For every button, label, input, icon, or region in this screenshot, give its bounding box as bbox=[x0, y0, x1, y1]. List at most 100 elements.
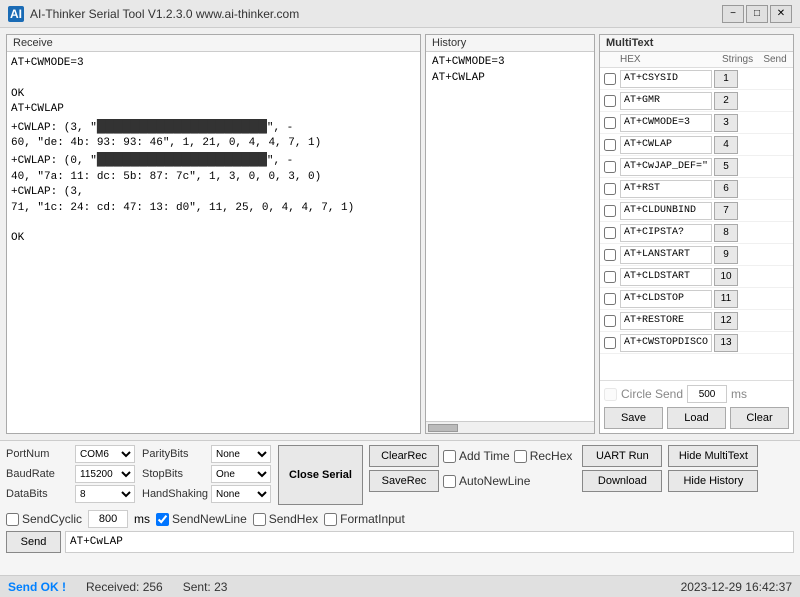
mt-input-4[interactable] bbox=[620, 136, 712, 154]
sendcyclic-checkbox[interactable] bbox=[6, 513, 19, 526]
addtime-checkbox[interactable] bbox=[443, 450, 456, 463]
close-button[interactable]: ✕ bbox=[770, 5, 792, 23]
close-serial-button[interactable]: Close Serial bbox=[278, 445, 363, 505]
mt-row: 3 bbox=[600, 112, 793, 134]
mt-hex-checkbox-7[interactable] bbox=[604, 205, 616, 217]
stopbits-select[interactable]: One bbox=[211, 465, 271, 483]
mt-input-10[interactable] bbox=[620, 268, 712, 286]
mt-row: 7 bbox=[600, 200, 793, 222]
hide-history-button[interactable]: Hide History bbox=[668, 470, 758, 492]
mt-send-btn-13[interactable]: 13 bbox=[714, 334, 738, 352]
mt-hex-checkbox-3[interactable] bbox=[604, 117, 616, 129]
autonewline-checkbox[interactable] bbox=[443, 475, 456, 488]
saverec-button[interactable]: SaveRec bbox=[369, 470, 439, 492]
send-input[interactable] bbox=[65, 531, 794, 553]
mt-input-12[interactable] bbox=[620, 312, 712, 330]
mt-row: 5 bbox=[600, 156, 793, 178]
sendnewline-checkbox[interactable] bbox=[156, 513, 169, 526]
hide-multitext-button[interactable]: Hide MultiText bbox=[668, 445, 758, 467]
mt-hex-checkbox-6[interactable] bbox=[604, 183, 616, 195]
mt-send-btn-5[interactable]: 5 bbox=[714, 158, 738, 176]
maximize-button[interactable]: □ bbox=[746, 5, 768, 23]
circle-send-unit: ms bbox=[731, 387, 747, 401]
mt-send-btn-12[interactable]: 12 bbox=[714, 312, 738, 330]
mt-hex-checkbox-11[interactable] bbox=[604, 293, 616, 305]
mt-row: 9 bbox=[600, 244, 793, 266]
formatinput-label: FormatInput bbox=[324, 512, 405, 526]
stopbits-row: StopBits One bbox=[142, 465, 272, 483]
history-scrollbar[interactable] bbox=[426, 421, 594, 433]
mt-input-5[interactable] bbox=[620, 158, 712, 176]
mt-hex-checkbox-9[interactable] bbox=[604, 249, 616, 261]
mt-input-13[interactable] bbox=[620, 334, 712, 352]
mt-send-btn-8[interactable]: 8 bbox=[714, 224, 738, 242]
baudrate-select[interactable]: 115200 bbox=[75, 465, 135, 483]
mt-send-btn-9[interactable]: 9 bbox=[714, 246, 738, 264]
sendhex-checkbox[interactable] bbox=[253, 513, 266, 526]
mt-hex-checkbox-12[interactable] bbox=[604, 315, 616, 327]
databits-select[interactable]: 8 bbox=[75, 485, 135, 503]
mt-send-btn-7[interactable]: 7 bbox=[714, 202, 738, 220]
clearrec-button[interactable]: ClearRec bbox=[369, 445, 439, 467]
multitext-rows: 1 2 3 4 5 bbox=[600, 68, 793, 380]
parity-select[interactable]: None bbox=[211, 445, 271, 463]
circle-send-checkbox[interactable] bbox=[604, 388, 617, 401]
send-button[interactable]: Send bbox=[6, 531, 61, 553]
mt-send-btn-2[interactable]: 2 bbox=[714, 92, 738, 110]
load-button[interactable]: Load bbox=[667, 407, 726, 429]
mt-send-btn-10[interactable]: 10 bbox=[714, 268, 738, 286]
mt-input-6[interactable] bbox=[620, 180, 712, 198]
clear-button[interactable]: Clear bbox=[730, 407, 789, 429]
autonewline-label: AutoNewLine bbox=[443, 470, 530, 492]
mt-input-7[interactable] bbox=[620, 202, 712, 220]
uart-run-button[interactable]: UART Run bbox=[582, 445, 662, 467]
rechex-checkbox[interactable] bbox=[514, 450, 527, 463]
portnum-select[interactable]: COM6 bbox=[75, 445, 135, 463]
mt-send-btn-1[interactable]: 1 bbox=[714, 70, 738, 88]
baudrate-label: BaudRate bbox=[6, 468, 71, 480]
mt-hex-checkbox-1[interactable] bbox=[604, 73, 616, 85]
clearrec-saverec-row: ClearRec Add Time RecHex bbox=[369, 445, 572, 467]
main-content: Receive AT+CWMODE=3 OK AT+CWLAP +CWLAP: … bbox=[0, 28, 800, 440]
mt-input-8[interactable] bbox=[620, 224, 712, 242]
mt-send-btn-4[interactable]: 4 bbox=[714, 136, 738, 154]
mt-input-2[interactable] bbox=[620, 92, 712, 110]
mt-hex-checkbox-8[interactable] bbox=[604, 227, 616, 239]
history-panel: History AT+CWMODE=3 AT+CWLAP bbox=[425, 34, 595, 434]
mt-input-11[interactable] bbox=[620, 290, 712, 308]
mt-row: 4 bbox=[600, 134, 793, 156]
mt-input-1[interactable] bbox=[620, 70, 712, 88]
minimize-button[interactable]: − bbox=[722, 5, 744, 23]
hide-buttons: Hide MultiText Hide History bbox=[668, 445, 758, 492]
mt-send-btn-6[interactable]: 6 bbox=[714, 180, 738, 198]
mt-input-3[interactable] bbox=[620, 114, 712, 132]
handshaking-select[interactable]: None bbox=[211, 485, 271, 503]
portnum-row: PortNum COM6 bbox=[6, 445, 136, 463]
list-item[interactable]: AT+CWMODE=3 bbox=[428, 54, 592, 70]
left-params2: ParityBits None StopBits One HandShaking… bbox=[142, 445, 272, 503]
circle-send-input[interactable] bbox=[687, 385, 727, 403]
multitext-col-headers: HEX Strings Send bbox=[600, 52, 793, 68]
mt-send-btn-3[interactable]: 3 bbox=[714, 114, 738, 132]
mt-row: 1 bbox=[600, 68, 793, 90]
sendnewline-label: SendNewLine bbox=[156, 512, 247, 526]
addtime-label: Add Time bbox=[443, 445, 510, 467]
mt-input-9[interactable] bbox=[620, 246, 712, 264]
mt-hex-checkbox-5[interactable] bbox=[604, 161, 616, 173]
formatinput-checkbox[interactable] bbox=[324, 513, 337, 526]
multitext-action-buttons: Save Load Clear bbox=[604, 407, 789, 429]
mt-hex-checkbox-13[interactable] bbox=[604, 337, 616, 349]
bottom-controls: PortNum COM6 BaudRate 115200 DataBits 8 bbox=[0, 440, 800, 575]
mt-hex-checkbox-10[interactable] bbox=[604, 271, 616, 283]
mt-hex-checkbox-4[interactable] bbox=[604, 139, 616, 151]
download-button[interactable]: Download bbox=[582, 470, 662, 492]
app-icon: AI bbox=[8, 6, 24, 22]
list-item[interactable]: AT+CWLAP bbox=[428, 70, 592, 86]
mt-row: 2 bbox=[600, 90, 793, 112]
save-button[interactable]: Save bbox=[604, 407, 663, 429]
mt-send-btn-11[interactable]: 11 bbox=[714, 290, 738, 308]
mt-hex-checkbox-2[interactable] bbox=[604, 95, 616, 107]
cyclic-ms-input[interactable] bbox=[88, 510, 128, 528]
mid-controls: ClearRec Add Time RecHex SaveRec AutoNew… bbox=[369, 445, 572, 492]
datetime-status: 2023-12-29 16:42:37 bbox=[681, 580, 792, 594]
